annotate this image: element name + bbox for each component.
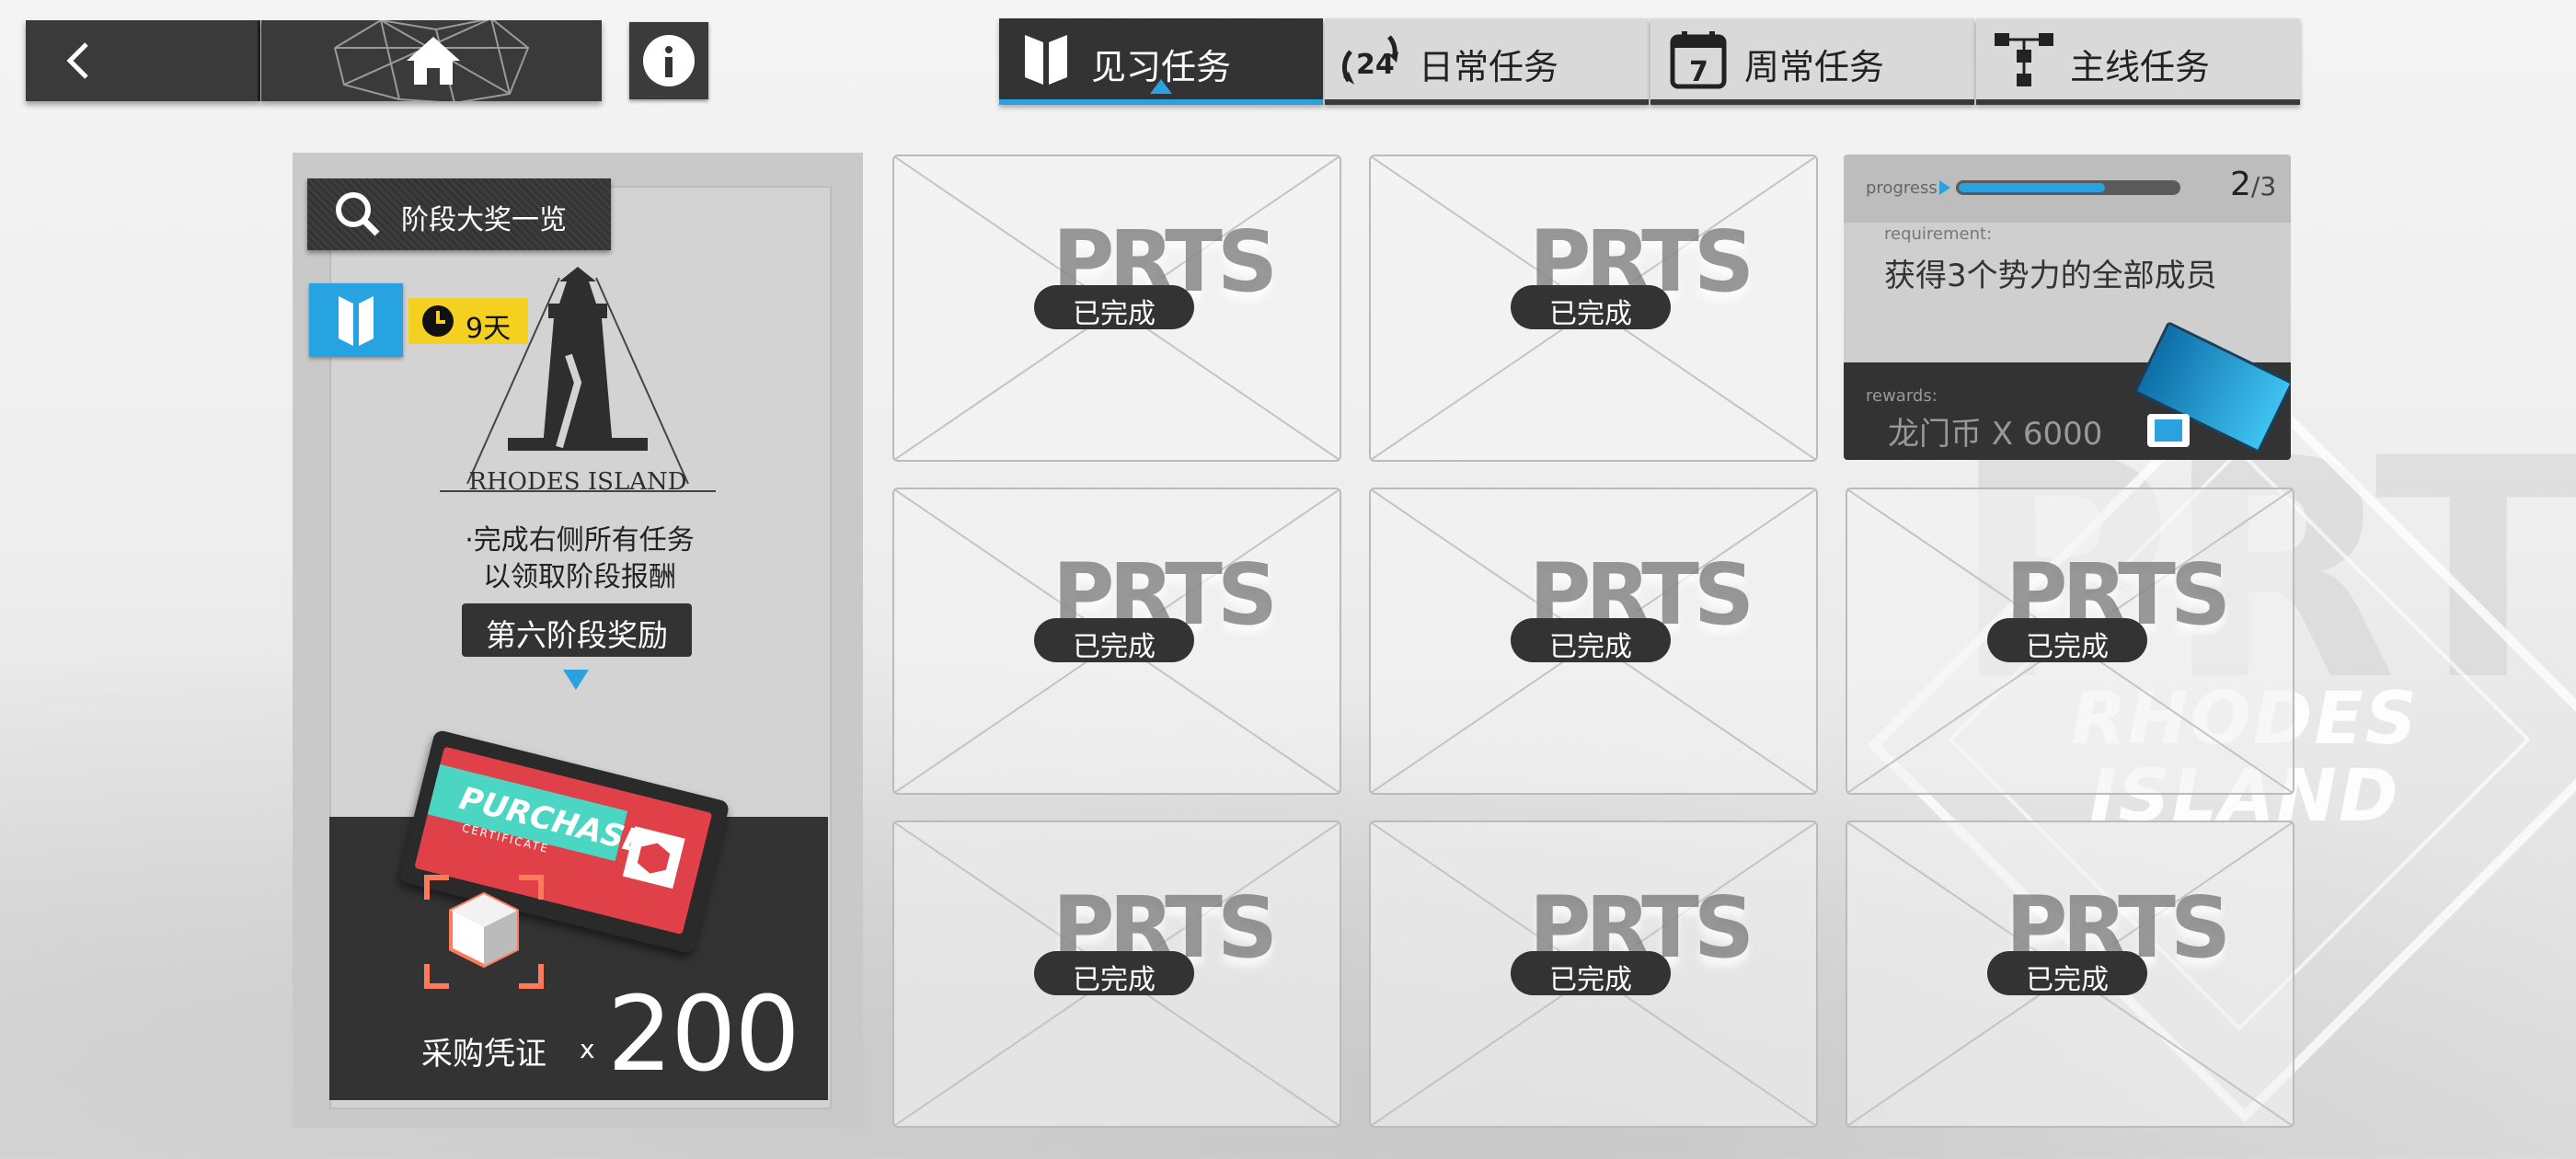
logo-text: RHODES ISLAND <box>468 468 686 496</box>
stage-rewards-overview-button[interactable]: 阶段大奖一览 <box>307 178 611 250</box>
shield-book-icon <box>1025 35 1067 85</box>
search-button-label: 阶段大奖一览 <box>401 204 567 236</box>
tab-main-tasks[interactable]: 主线任务 <box>1976 18 2300 105</box>
reward-multiplier: x <box>580 1034 595 1064</box>
active-tab-indicator <box>1150 79 1172 94</box>
task-card[interactable]: PRTS 已完成 <box>892 820 1341 1128</box>
task-card[interactable]: PRTS 已完成 <box>1846 488 2294 795</box>
requirement-label: requirement: <box>1884 224 1993 244</box>
time-remaining-badge: 9天 <box>408 298 528 345</box>
tab-daily-tasks[interactable]: 24 日常任务 <box>1325 18 1649 105</box>
svg-text:24: 24 <box>1356 49 1395 81</box>
trainee-badge <box>309 283 403 357</box>
search-icon <box>336 192 380 236</box>
progress-bar-fill <box>1959 183 2105 192</box>
completed-badge: 已完成 <box>1511 618 1671 663</box>
shield-book-icon <box>339 296 374 346</box>
task-card[interactable]: PRTS 已完成 <box>1369 488 1818 795</box>
progress-arrow-icon <box>1939 180 1950 195</box>
tab-trainee-tasks[interactable]: 见习任务 <box>999 18 1323 105</box>
back-button[interactable] <box>26 20 260 101</box>
completed-badge: 已完成 <box>1034 951 1194 996</box>
completed-label: 已完成 <box>1073 964 1156 996</box>
time-remaining: 9天 <box>466 313 512 345</box>
calendar-7-icon: 7 <box>1670 31 1727 89</box>
completed-label: 已完成 <box>2026 631 2109 663</box>
info-icon <box>643 35 695 86</box>
reward-amount: 200 <box>607 975 800 1095</box>
reward-item-name: 采购凭证 <box>421 1036 546 1073</box>
progress-bar <box>1956 180 2180 195</box>
completed-badge: 已完成 <box>1511 285 1671 330</box>
progress-current: 2 <box>2230 166 2251 203</box>
task-card-active[interactable]: progress 2/3 requirement: 获得3个势力的全部成员 re… <box>1844 155 2291 460</box>
tab-label: 主线任务 <box>2070 47 2211 87</box>
tab-label: 日常任务 <box>1419 47 1559 87</box>
clock-icon <box>422 305 454 337</box>
task-card[interactable]: PRTS 已完成 <box>892 488 1341 795</box>
completed-badge: 已完成 <box>1034 618 1194 663</box>
description-line2: 以领取阶段报酬 <box>483 561 676 593</box>
completed-label: 已完成 <box>1073 298 1156 330</box>
completed-badge: 已完成 <box>1987 618 2147 663</box>
completed-label: 已完成 <box>1549 631 1632 663</box>
cube-frame-icon <box>424 875 544 989</box>
svg-text:7: 7 <box>1689 56 1708 88</box>
home-button[interactable] <box>261 20 602 101</box>
tab-weekly-tasks[interactable]: 7 周常任务 <box>1650 18 1974 105</box>
tree-flow-icon <box>1995 33 2053 86</box>
progress-label: progress <box>1866 178 1938 198</box>
completed-badge: 已完成 <box>1511 951 1671 996</box>
stage-label-text: 第六阶段奖励 <box>486 617 668 653</box>
24h-refresh-icon: 24 <box>1341 35 1398 85</box>
tab-label: 周常任务 <box>1744 47 1885 87</box>
requirement-text: 获得3个势力的全部成员 <box>1884 258 2217 294</box>
progress-total: /3 <box>2250 171 2277 201</box>
task-card[interactable]: PRTS 已完成 <box>892 155 1341 462</box>
down-arrow-icon <box>563 670 589 690</box>
completed-label: 已完成 <box>1073 631 1156 663</box>
currency-badge-icon <box>2147 414 2190 447</box>
rhodes-island-logo: RHODES ISLAND <box>440 267 716 496</box>
completed-label: 已完成 <box>1549 964 1632 996</box>
rewards-label: rewards: <box>1866 386 1938 406</box>
task-card[interactable]: PRTS 已完成 <box>1369 820 1818 1128</box>
completed-label: 已完成 <box>2026 964 2109 996</box>
info-button[interactable] <box>629 22 708 99</box>
completed-badge: 已完成 <box>1034 285 1194 330</box>
task-card[interactable]: PRTS 已完成 <box>1369 155 1818 462</box>
stage-label: 第六阶段奖励 <box>462 603 692 657</box>
completed-label: 已完成 <box>1549 298 1632 330</box>
stage-description: ·完成右侧所有任务 以领取阶段报酬 <box>396 522 764 596</box>
chevron-left-icon <box>66 42 88 79</box>
task-card[interactable]: PRTS 已完成 <box>1846 820 2294 1128</box>
description-line1: ·完成右侧所有任务 <box>465 524 695 557</box>
reward-text: 龙门币 X 6000 <box>1888 416 2103 453</box>
home-icon <box>407 37 460 85</box>
progress-count: 2/3 <box>2230 166 2276 203</box>
completed-badge: 已完成 <box>1987 951 2147 996</box>
